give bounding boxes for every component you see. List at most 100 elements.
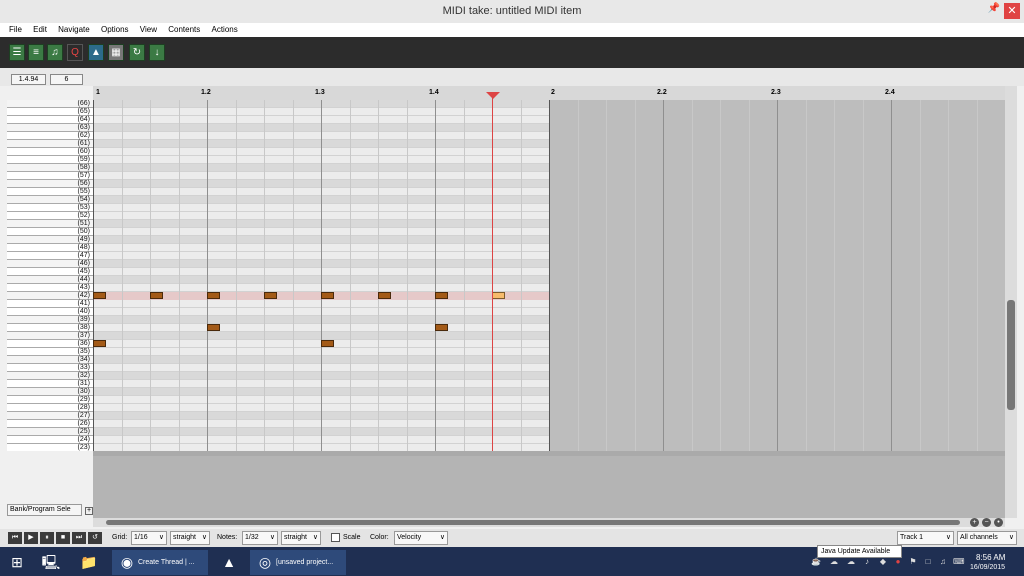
computer-icon[interactable]: 🖳 <box>40 551 62 573</box>
zoom-reset-icon[interactable]: • <box>994 518 1003 527</box>
midi-note[interactable] <box>321 340 334 347</box>
piano-key[interactable]: (38) <box>7 324 93 332</box>
piano-key[interactable]: (30) <box>7 388 93 396</box>
midi-note[interactable] <box>207 292 220 299</box>
piano-key[interactable]: (42) <box>7 292 93 300</box>
piano-key[interactable]: (37) <box>7 332 93 340</box>
notes-mode-select[interactable]: straight <box>281 531 321 545</box>
piano-key[interactable]: (59) <box>7 156 93 164</box>
channel-select[interactable]: All channels <box>957 531 1017 545</box>
midi-note[interactable] <box>93 340 106 347</box>
menu-actions[interactable]: Actions <box>202 23 237 37</box>
piano-key[interactable]: (27) <box>7 412 93 420</box>
piano-roll-icon[interactable]: ☰ <box>9 44 25 61</box>
piano-key[interactable]: (50) <box>7 228 93 236</box>
midi-note[interactable] <box>378 292 391 299</box>
piano-key[interactable]: (66) <box>7 100 93 108</box>
piano-key[interactable]: (24) <box>7 436 93 444</box>
piano-key[interactable]: (52) <box>7 212 93 220</box>
piano-key[interactable]: (41) <box>7 300 93 308</box>
piano-key[interactable]: (39) <box>7 316 93 324</box>
menu-file[interactable]: File <box>0 23 22 37</box>
piano-key[interactable]: (65) <box>7 108 93 116</box>
menu-navigate[interactable]: Navigate <box>49 23 90 37</box>
piano-key[interactable]: (57) <box>7 172 93 180</box>
time-position-field[interactable]: 1.4.94 <box>11 74 46 85</box>
piano-key[interactable]: (31) <box>7 380 93 388</box>
horizontal-scroll-thumb[interactable] <box>106 520 960 525</box>
menu-edit[interactable]: Edit <box>24 23 47 37</box>
repeat-button[interactable]: ↺ <box>88 532 102 544</box>
menu-view[interactable]: View <box>131 23 157 37</box>
stop-button[interactable]: ■ <box>56 532 70 544</box>
loop-icon[interactable]: ↻ <box>129 44 145 61</box>
insert-icon[interactable]: ↓ <box>149 44 165 61</box>
display-icon[interactable]: □ <box>923 557 933 567</box>
piano-key[interactable]: (44) <box>7 276 93 284</box>
piano-key[interactable]: (53) <box>7 204 93 212</box>
pause-button[interactable]: ⏸ <box>40 532 54 544</box>
piano-key[interactable]: (23) <box>7 444 93 451</box>
piano-key[interactable]: (64) <box>7 116 93 124</box>
play-button[interactable]: ▶ <box>24 532 38 544</box>
piano-key[interactable]: (32) <box>7 372 93 380</box>
piano-key[interactable]: (51) <box>7 220 93 228</box>
scale-checkbox[interactable] <box>331 533 340 542</box>
piano-key[interactable]: (25) <box>7 428 93 436</box>
clock-time[interactable]: 8:56 AM <box>976 553 1005 562</box>
network-icon[interactable]: ☁ <box>829 557 839 567</box>
length-field[interactable]: 6 <box>50 74 83 85</box>
midi-note[interactable] <box>264 292 277 299</box>
notification-icon[interactable]: ♪ <box>862 557 872 567</box>
alert-icon[interactable]: ● <box>893 557 903 567</box>
piano-key[interactable]: (26) <box>7 420 93 428</box>
piano-key[interactable]: (47) <box>7 252 93 260</box>
piano-key[interactable]: (48) <box>7 244 93 252</box>
track-select[interactable]: Track 1 <box>897 531 954 545</box>
piano-key[interactable]: (49) <box>7 236 93 244</box>
piano-keyboard[interactable]: (66) (65) (64) (63) (62) (61) (60) (59) (58) (57)… <box>7 100 93 451</box>
piano-key[interactable]: (28) <box>7 404 93 412</box>
piano-key[interactable]: (34) <box>7 356 93 364</box>
color-select[interactable]: Velocity <box>394 531 448 545</box>
notes-select[interactable]: 1/32 <box>242 531 278 545</box>
go-to-start-button[interactable]: ⏮ <box>8 532 22 544</box>
grid-mode-select[interactable]: straight <box>170 531 210 545</box>
midi-note[interactable] <box>321 292 334 299</box>
midi-note[interactable] <box>435 324 448 331</box>
keyboard-icon[interactable]: ⌨ <box>953 557 965 567</box>
speaker-icon[interactable]: ♫ <box>938 557 948 567</box>
java-icon[interactable]: ☕ <box>811 557 821 567</box>
folder-icon[interactable]: 📁 <box>78 551 100 573</box>
piano-key[interactable]: (60) <box>7 148 93 156</box>
piano-key[interactable]: (55) <box>7 188 93 196</box>
notation-icon[interactable]: ♫ <box>47 44 63 61</box>
cc-lane-selector[interactable]: Bank/Program Sele <box>7 504 82 516</box>
piano-key[interactable]: (36) <box>7 340 93 348</box>
piano-key[interactable]: (63) <box>7 124 93 132</box>
triangle-icon[interactable]: ▲ <box>88 44 104 61</box>
menu-contents[interactable]: Contents <box>159 23 200 37</box>
vlc-icon[interactable]: ▲ <box>218 551 240 573</box>
windows-start-icon[interactable]: ⊞ <box>6 551 28 573</box>
flag-icon[interactable]: ⚑ <box>908 557 918 567</box>
piano-key[interactable]: (62) <box>7 132 93 140</box>
piano-key[interactable]: (45) <box>7 268 93 276</box>
quantize-icon[interactable]: Q <box>67 44 83 61</box>
piano-key[interactable]: (40) <box>7 308 93 316</box>
piano-key[interactable]: (29) <box>7 396 93 404</box>
timeline-ruler[interactable] <box>93 86 1005 100</box>
vertical-scroll-thumb[interactable] <box>1007 300 1015 410</box>
grid-select[interactable]: 1/16 <box>131 531 167 545</box>
cloud-icon[interactable]: ☁ <box>846 557 856 567</box>
go-to-end-button[interactable]: ⏭ <box>72 532 86 544</box>
midi-note[interactable] <box>207 324 220 331</box>
piano-key[interactable]: (56) <box>7 180 93 188</box>
pin-icon[interactable]: 📌 <box>988 2 1000 16</box>
piano-key[interactable]: (61) <box>7 140 93 148</box>
midi-note[interactable] <box>435 292 448 299</box>
piano-key[interactable]: (58) <box>7 164 93 172</box>
zoom-in-icon[interactable]: + <box>970 518 979 527</box>
piano-key[interactable]: (35) <box>7 348 93 356</box>
shield-icon[interactable]: ◆ <box>878 557 888 567</box>
